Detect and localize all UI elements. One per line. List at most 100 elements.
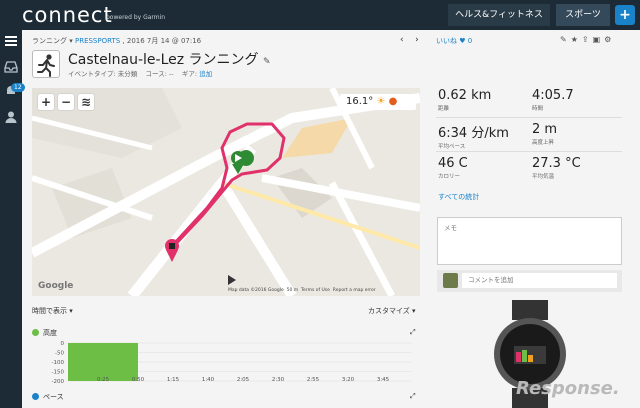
stat-label: 距離: [438, 106, 450, 112]
y-tick-label: -50: [55, 351, 64, 357]
x-tick-label: 2:55: [307, 377, 320, 383]
tab-health-fitness[interactable]: ヘルス&フィットネス: [448, 4, 550, 26]
expand-icon[interactable]: ⤢: [410, 328, 416, 337]
stat-label: 高度上昇: [532, 140, 555, 146]
comment-input[interactable]: コメントを追加: [462, 273, 617, 288]
y-tick-label: -100: [52, 360, 65, 366]
stat-label: カロリー: [438, 174, 461, 180]
stat-calories: 46 C カロリー: [438, 156, 530, 180]
likes-label[interactable]: いいね: [436, 37, 457, 45]
stat-elevation-gain: 2 m 高度上昇: [532, 122, 624, 146]
edit-icon[interactable]: ✎: [560, 35, 571, 44]
stat-value: 4:05.7: [532, 88, 574, 103]
likes: いいね ♥ 0: [436, 36, 472, 46]
x-tick-label: 0:50: [132, 377, 145, 383]
y-tick-label: -200: [52, 379, 65, 385]
display-by-dropdown[interactable]: 時間で表示 ▾: [32, 306, 73, 316]
clock-icon[interactable]: ●: [389, 96, 398, 107]
zoom-in-button[interactable]: +: [38, 94, 54, 110]
gear-icon[interactable]: ⚙: [604, 35, 615, 44]
activity-actions: ✎★⇪▣⚙: [560, 35, 615, 44]
x-tick-label: 0:25: [97, 377, 110, 383]
x-tick-label: 1:40: [202, 377, 215, 383]
display-by-label: 時間で表示: [32, 307, 67, 315]
lock-icon[interactable]: ▣: [593, 35, 605, 44]
inbox-icon[interactable]: [4, 60, 18, 74]
likes-count: 0: [467, 37, 473, 45]
elevation-dot-icon: [32, 329, 39, 336]
y-tick-label: 0: [61, 341, 65, 347]
avatar: [443, 273, 458, 288]
customize-label: カスタマイズ: [368, 307, 410, 315]
layers-icon[interactable]: ≋: [78, 94, 94, 110]
report-link[interactable]: Report a map error: [333, 288, 376, 293]
sun-icon: ☀: [376, 96, 386, 107]
all-stats-link[interactable]: すべての統計: [438, 192, 479, 202]
add-button[interactable]: +: [615, 5, 635, 25]
activity-meta: イベントタイプ: 未分類 コース: -- ギア: 追加: [68, 68, 212, 78]
x-tick-label: 3:45: [377, 377, 390, 383]
prev-activity-button[interactable]: ‹: [400, 35, 404, 45]
expand-icon[interactable]: ⤢: [410, 392, 416, 401]
user-icon[interactable]: [4, 110, 18, 124]
comment-bar: コメントを追加: [437, 270, 622, 292]
map-data: Map data ©2016 Google: [228, 288, 284, 293]
elevation-section-label: 高度: [32, 328, 57, 338]
menu-icon[interactable]: [4, 34, 18, 48]
star-icon[interactable]: ★: [571, 35, 582, 44]
breadcrumb-type[interactable]: ランニング: [32, 37, 67, 45]
running-icon: [32, 50, 60, 78]
memo-label: メモ: [444, 224, 457, 232]
zoom-out-button[interactable]: −: [58, 94, 74, 110]
heart-icon[interactable]: ♥: [459, 37, 465, 45]
google-logo: Google: [38, 281, 74, 291]
activity-title: Castelnau-le-Lez ランニング ✎: [68, 49, 271, 69]
stat-label: 平均ペース: [438, 144, 466, 150]
stat-value: 6:34 分/km: [438, 126, 509, 141]
terms-link[interactable]: Terms of Use: [301, 288, 330, 293]
pace-section-label: ペース: [32, 392, 64, 402]
pace-label: ペース: [43, 393, 64, 401]
x-tick-label: 3:20: [342, 377, 355, 383]
x-tick-label: 2:30: [272, 377, 285, 383]
sidebar: 12: [0, 30, 25, 408]
breadcrumb: ランニング ▾ PRESSPORTS , 2016 7月 14 @ 07:16: [32, 37, 202, 45]
share-icon[interactable]: ⇪: [582, 35, 593, 44]
stat-value: 27.3 °C: [532, 156, 581, 171]
logo-subtitle: powered by Garmin: [106, 14, 166, 21]
x-tick-label: 2:05: [237, 377, 250, 383]
gear-add-link[interactable]: 追加: [199, 70, 212, 78]
chart-section: 時間で表示 ▾ カスタマイズ ▾ 高度 ⤢ 0 -50 -100 -150 -200 0:…: [32, 296, 422, 408]
pencil-icon[interactable]: ✎: [263, 57, 271, 67]
temperature: 16.1°: [346, 96, 374, 107]
next-activity-button[interactable]: ›: [415, 35, 419, 45]
weather-widget[interactable]: 16.1° ☀ ●: [340, 94, 416, 110]
breadcrumb-source[interactable]: PRESSPORTS: [75, 37, 120, 45]
map-footer: Map data ©2016 Google 50 m Terms of Use …: [228, 288, 376, 293]
stat-time: 4:05.7 時間: [532, 88, 624, 112]
x-tick-label: 1:15: [167, 377, 180, 383]
stat-distance: 0.62 km 距離: [438, 88, 530, 112]
map-scale: 50 m: [286, 288, 299, 293]
notification-badge: 12: [11, 83, 25, 92]
divider: [436, 117, 622, 118]
stat-label: 平均気温: [532, 174, 555, 180]
breadcrumb-date: 2016 7月 14 @ 07:16: [126, 37, 202, 45]
stat-pace: 6:34 分/km 平均ペース: [438, 122, 530, 150]
connect-logo[interactable]: connect: [22, 3, 113, 27]
customize-dropdown[interactable]: カスタマイズ ▾: [368, 306, 416, 316]
stat-value: 46 C: [438, 156, 468, 171]
gear-label: ギア:: [181, 70, 198, 78]
y-tick-label: -150: [52, 370, 65, 376]
tab-sports[interactable]: スポーツ: [556, 4, 610, 26]
pace-dot-icon: [32, 393, 39, 400]
elevation-chart: 0 -50 -100 -150 -200 0:25 0:50 1:15 1:40 2:05 2:30…: [52, 341, 412, 385]
event-type[interactable]: イベントタイプ: 未分類: [68, 70, 137, 78]
stat-avg-temp: 27.3 °C 平均気温: [532, 156, 624, 180]
memo-field[interactable]: メモ: [437, 217, 622, 265]
map-canvas[interactable]: [32, 88, 420, 296]
stat-label: 時間: [532, 106, 544, 112]
route-map[interactable]: + − ≋ 16.1° ☀ ● Google Map data ©2016 Go…: [32, 88, 420, 296]
course[interactable]: コース: --: [146, 70, 174, 78]
activity-title-text[interactable]: Castelnau-le-Lez ランニング: [68, 52, 259, 68]
